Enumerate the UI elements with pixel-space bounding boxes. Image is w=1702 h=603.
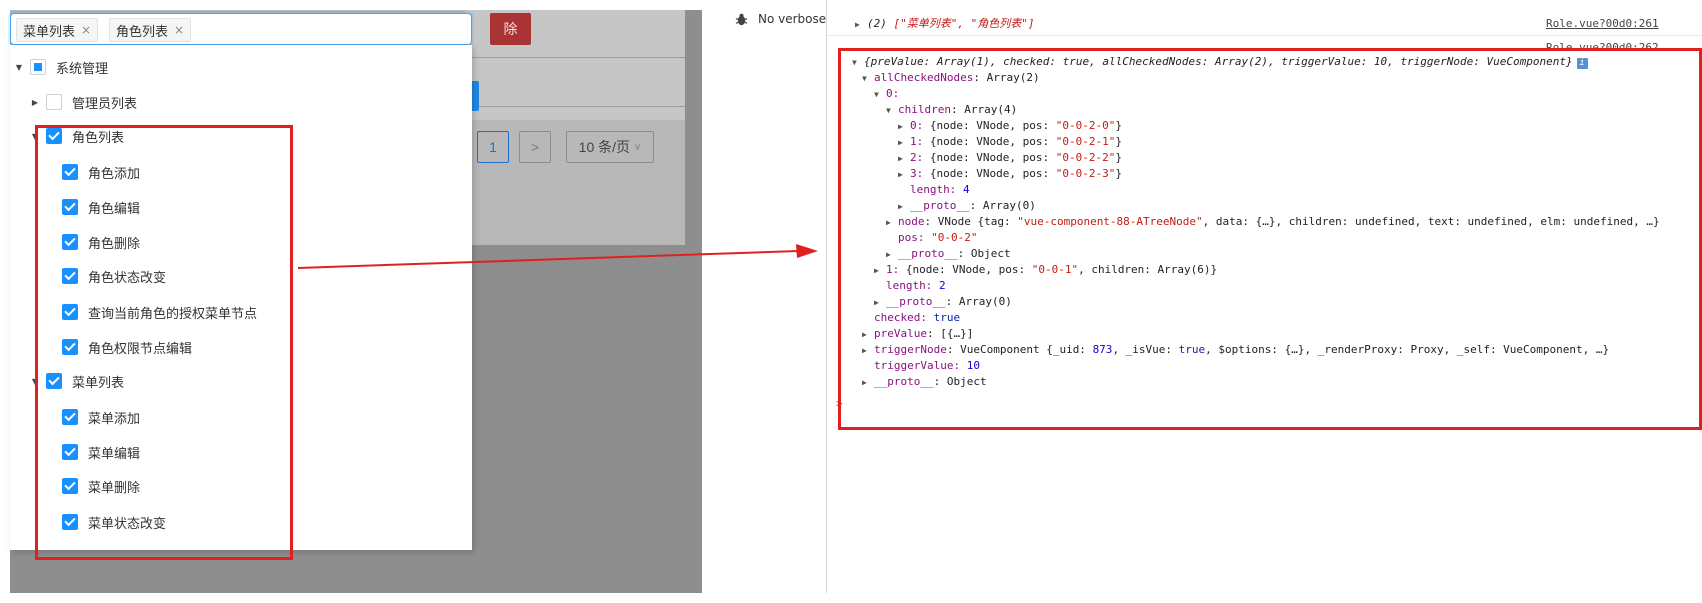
console-sidebar: [702, 0, 827, 593]
divider: [465, 106, 685, 107]
console-message: ▶ (2) ["菜单列表", "角色列表"] Role.vue?00d0:261: [827, 12, 1702, 36]
page-size-select[interactable]: 10 条/页 ∨: [566, 131, 654, 163]
log-level-filter[interactable]: No verbose: [735, 12, 826, 26]
close-icon[interactable]: ×: [174, 23, 184, 37]
tree-node[interactable]: ▶ 管理员列表: [10, 85, 137, 119]
highlight-box: [35, 125, 293, 560]
delete-button[interactable]: 除: [490, 13, 531, 45]
highlight-box: [838, 48, 1702, 430]
pagination-current-page[interactable]: 1: [477, 131, 509, 163]
source-link[interactable]: Role.vue?00d0:261: [1546, 16, 1659, 32]
tree-checkbox[interactable]: [30, 59, 46, 75]
bug-icon: [735, 13, 748, 25]
selected-tag-role-list[interactable]: 角色列表 ×: [109, 18, 192, 42]
tag-label: 菜单列表: [23, 24, 76, 40]
expand-arrow-icon: ▶: [855, 20, 860, 29]
selected-tag-menu-list[interactable]: 菜单列表 ×: [16, 18, 99, 42]
tree-node-label: 管理员列表: [72, 96, 138, 112]
divider: [465, 57, 685, 58]
tree-select-input[interactable]: 菜单列表 × 角色列表 ×: [10, 13, 472, 45]
source-link[interactable]: Role.vue?00d0:262: [1546, 40, 1659, 48]
pagination-next-button[interactable]: >: [519, 131, 551, 163]
close-icon[interactable]: ×: [81, 23, 91, 37]
verbose-label: No verbose: [758, 12, 827, 26]
collapse-arrow-icon[interactable]: ▼: [14, 63, 24, 72]
tag-label: 角色列表: [116, 24, 169, 40]
log-array-output[interactable]: ▶ (2) ["菜单列表", "角色列表"]: [855, 16, 1034, 32]
page-size-label: 10 条/页: [578, 139, 631, 155]
tree-node[interactable]: ▼ 系统管理: [10, 50, 108, 84]
tree-checkbox[interactable]: [46, 94, 62, 110]
expand-arrow-icon[interactable]: ▶: [30, 98, 40, 107]
chevron-down-icon: ∨: [634, 141, 642, 153]
tree-node-label: 系统管理: [56, 61, 109, 77]
